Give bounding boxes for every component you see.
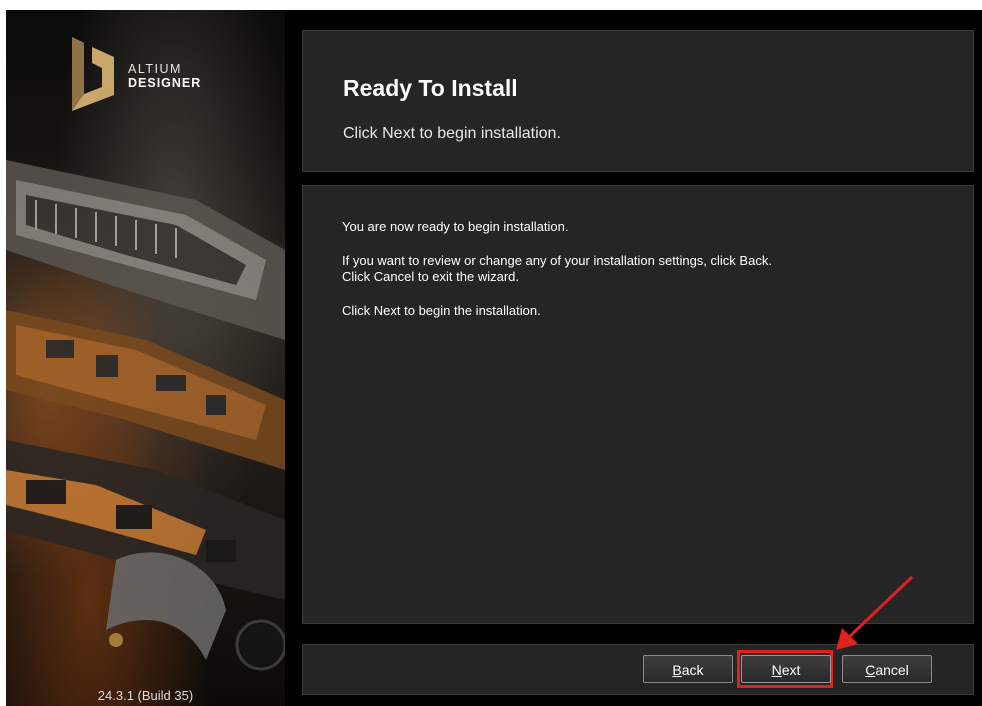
- altium-logo: ALTIUM DESIGNER: [68, 35, 228, 115]
- page-subtitle: Click Next to begin installation.: [343, 125, 561, 142]
- review-message: If you want to review or change any of y…: [342, 253, 772, 268]
- cancel-mnemonic: C: [865, 662, 876, 678]
- next-button[interactable]: Next: [741, 655, 831, 683]
- next-label-rest: ext: [781, 662, 801, 678]
- page-title: Ready To Install: [343, 75, 518, 101]
- build-version-label: 24.3.1 (Build 35): [97, 688, 194, 703]
- circuit-board-artwork: [6, 160, 285, 671]
- brand-line1: ALTIUM: [128, 62, 182, 76]
- back-button[interactable]: Back: [643, 655, 733, 683]
- content-panel: You are now ready to begin installation.…: [302, 185, 974, 624]
- next-mnemonic: N: [771, 662, 782, 678]
- cancel-message: Click Cancel to exit the wizard.: [342, 269, 520, 284]
- back-mnemonic: B: [672, 662, 682, 678]
- back-label-rest: ack: [681, 662, 704, 678]
- installer-window: ALTIUM DESIGNER 24.3.1 (Build 35) Ready …: [6, 10, 982, 706]
- cancel-button[interactable]: Cancel: [842, 655, 932, 683]
- product-banner: ALTIUM DESIGNER 24.3.1 (Build 35): [6, 10, 285, 706]
- next-message: Click Next to begin the installation.: [342, 303, 541, 318]
- footer-panel: Back Next Cancel: [302, 644, 974, 695]
- altium-logo-mark-icon: [72, 37, 114, 111]
- content-text: You are now ready to begin installation.…: [342, 219, 772, 319]
- cancel-label-rest: ancel: [875, 662, 909, 678]
- ready-message: You are now ready to begin installation.: [342, 219, 569, 234]
- header-panel: Ready To Install Click Next to begin ins…: [302, 30, 974, 172]
- brand-line2: DESIGNER: [128, 76, 202, 90]
